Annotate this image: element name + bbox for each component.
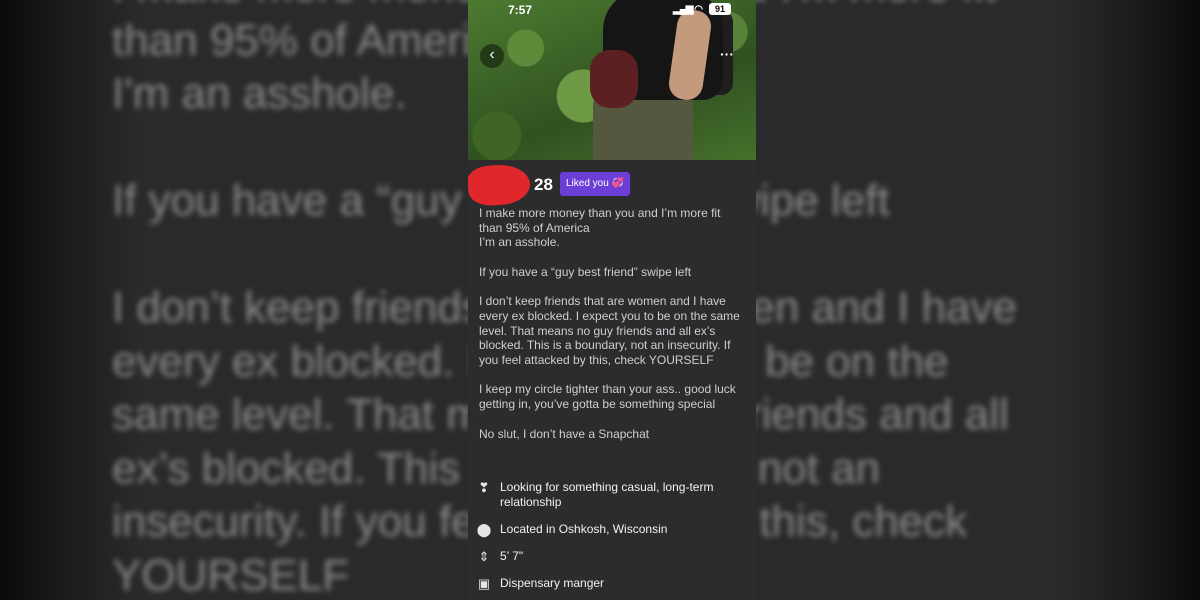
bio-paragraph: No slut, I don’t have a Snapchat bbox=[479, 426, 650, 441]
profile-photo[interactable]: 7:57 ▂▄▆ ◠ 91 ‹ ··· bbox=[468, 0, 756, 160]
detail-text: Located in Oshkosh, Wisconsin bbox=[500, 522, 668, 536]
battery-icon: 91 bbox=[709, 3, 731, 15]
detail-text: 5’ 7" bbox=[500, 549, 524, 563]
location-pin-icon: ⬤ bbox=[476, 522, 492, 537]
bio-paragraph: I make more money than you and I’m more … bbox=[479, 206, 721, 250]
briefcase-icon: ▣ bbox=[477, 576, 491, 591]
dating-profile-screen: 7:57 ▂▄▆ ◠ 91 ‹ ··· 28 Liked you 💞 I mak… bbox=[468, 0, 756, 600]
liked-you-badge: Liked you 💞 bbox=[560, 172, 631, 196]
more-options-icon[interactable]: ··· bbox=[720, 46, 734, 62]
bio-paragraph: If you have a “guy best friend” swipe le… bbox=[479, 264, 692, 279]
status-time: 7:57 bbox=[508, 3, 533, 17]
detail-location: ⬤ Located in Oshkosh, Wisconsin bbox=[476, 522, 748, 537]
relationship-icon: ❣ bbox=[478, 480, 490, 495]
detail-text: Looking for something casual, long-term … bbox=[500, 480, 714, 509]
detail-job: ▣ Dispensary manger bbox=[476, 576, 748, 591]
status-bar: 7:57 ▂▄▆ ◠ 91 bbox=[468, 0, 756, 20]
detail-relationship: ❣ Looking for something casual, long-ter… bbox=[476, 480, 748, 510]
profile-details: ❣ Looking for something casual, long-ter… bbox=[476, 480, 748, 600]
height-icon: ⇕ bbox=[478, 549, 490, 564]
profile-bio: I make more money than you and I’m more … bbox=[479, 206, 747, 456]
bio-paragraph: I keep my circle tighter than your ass..… bbox=[479, 382, 736, 411]
detail-text: Dispensary manger bbox=[500, 576, 605, 590]
photo-shoulder-bag bbox=[590, 50, 638, 108]
signal-wifi-icon: ▂▄▆ ◠ bbox=[673, 4, 703, 15]
back-button[interactable]: ‹ bbox=[480, 44, 504, 68]
bio-paragraph: I don’t keep friends that are women and … bbox=[479, 294, 740, 367]
detail-height: ⇕ 5’ 7" bbox=[476, 549, 748, 564]
profile-age: 28 bbox=[534, 175, 553, 194]
redacted-name-scribble bbox=[468, 162, 532, 208]
